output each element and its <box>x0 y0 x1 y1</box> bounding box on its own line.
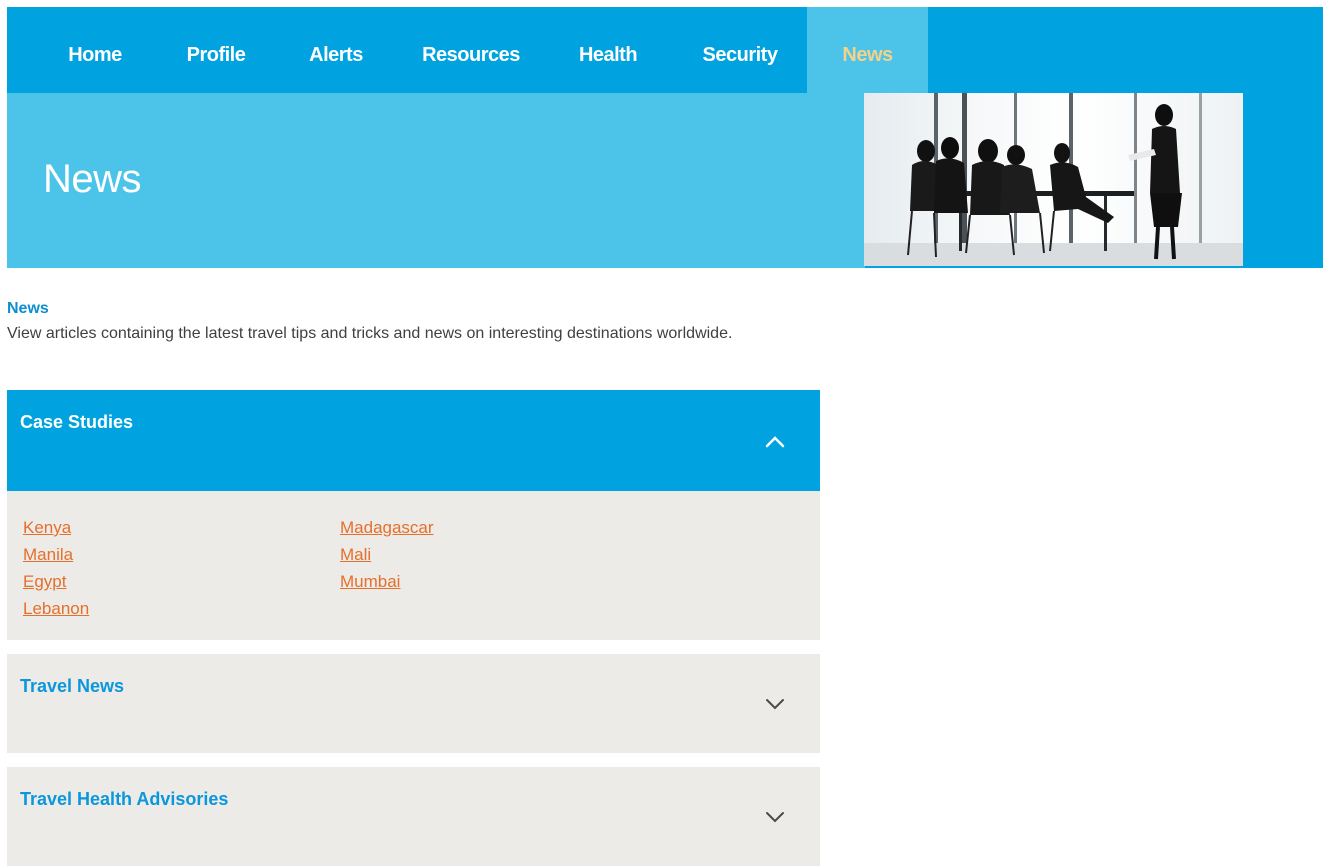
accordion-case-studies-title: Case Studies <box>20 412 134 432</box>
case-study-link[interactable]: Mali <box>340 541 434 568</box>
case-study-link[interactable]: Lebanon <box>23 595 89 622</box>
hero-banner: News <box>7 93 1323 268</box>
hero-band: News <box>7 93 865 268</box>
case-study-link[interactable]: Kenya <box>23 514 89 541</box>
nav-alerts[interactable]: Alerts <box>289 7 383 93</box>
nav-health[interactable]: Health <box>556 7 660 93</box>
case-studies-links-col1: Kenya Manila Egypt Lebanon <box>23 514 89 622</box>
accordion-case-studies-header[interactable]: Case Studies <box>7 390 820 491</box>
case-study-link[interactable]: Manila <box>23 541 89 568</box>
hero-image <box>864 93 1243 266</box>
case-study-link[interactable]: Madagascar <box>340 514 434 541</box>
accordion-case-studies-body: Kenya Manila Egypt Lebanon Madagascar Ma… <box>7 491 820 640</box>
accordion-travel-news-header[interactable]: Travel News <box>7 654 820 753</box>
accordion-travel-health-title: Travel Health Advisories <box>20 789 229 809</box>
nav-security[interactable]: Security <box>684 7 796 93</box>
case-study-link[interactable]: Mumbai <box>340 568 434 595</box>
accordion-travel-news-title: Travel News <box>20 676 125 696</box>
chevron-down-icon[interactable] <box>761 803 789 831</box>
chevron-up-icon[interactable] <box>761 428 789 456</box>
nav-news[interactable]: News <box>807 7 928 93</box>
chevron-down-icon[interactable] <box>761 690 789 718</box>
nav-resources[interactable]: Resources <box>409 7 533 93</box>
case-studies-links-col2: Madagascar Mali Mumbai <box>340 514 434 595</box>
nav-profile[interactable]: Profile <box>168 7 264 93</box>
page-title: News <box>43 157 142 201</box>
case-study-link[interactable]: Egypt <box>23 568 89 595</box>
main-nav: Home Profile Alerts Resources Health Sec… <box>7 7 1323 93</box>
accordion-travel-health-header[interactable]: Travel Health Advisories <box>7 767 820 866</box>
section-title: News <box>7 300 49 317</box>
meeting-silhouette-icon <box>864 93 1243 266</box>
section-description: View articles containing the latest trav… <box>7 325 733 342</box>
nav-home[interactable]: Home <box>47 7 143 93</box>
